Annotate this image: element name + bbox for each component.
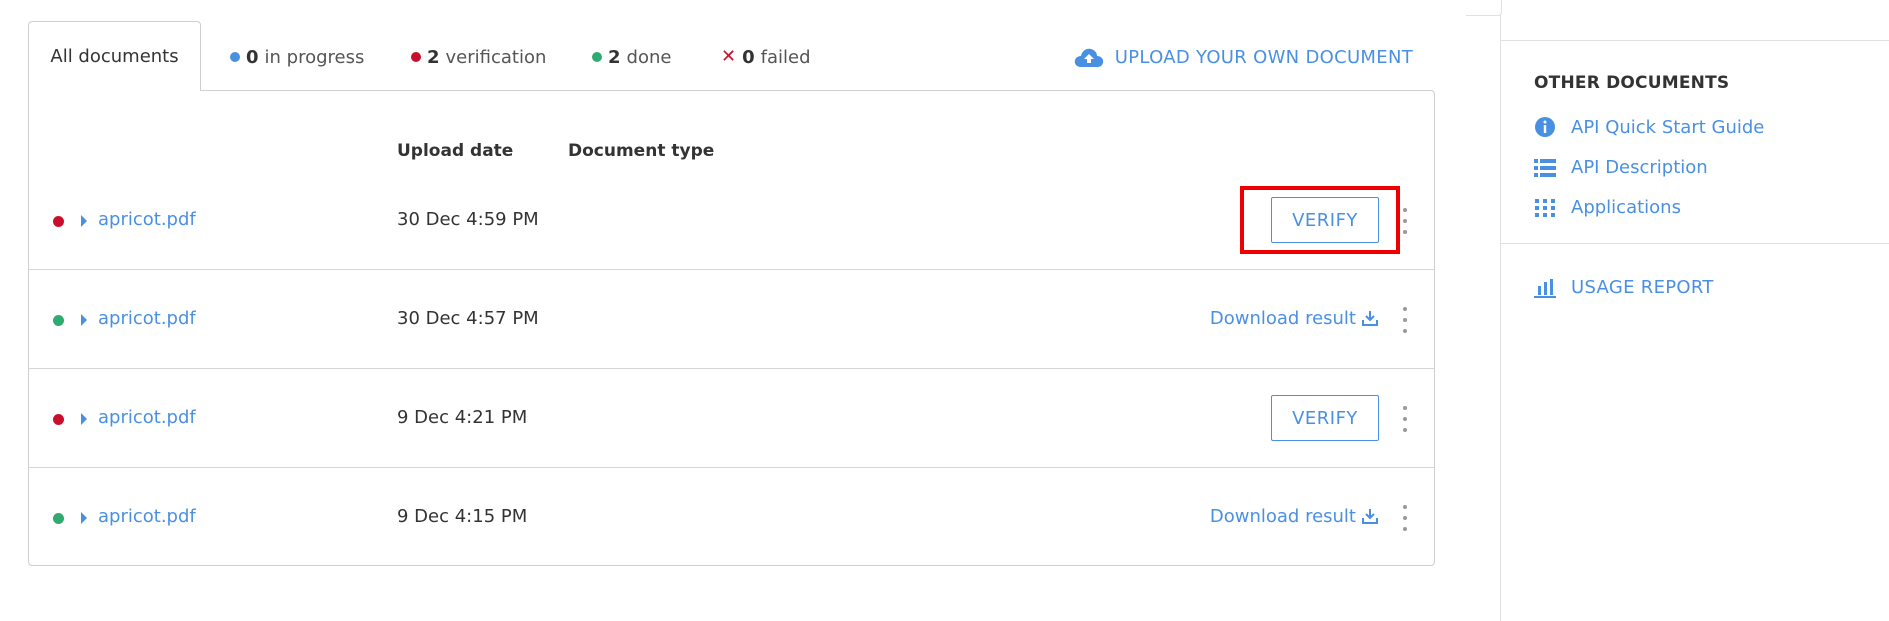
usage-report-link[interactable]: USAGE REPORT [1534, 277, 1714, 298]
upload-date-header: Upload date [397, 141, 514, 161]
done-label: done [626, 46, 672, 68]
table-row: apricot.pdf 9 Dec 4:21 PM VERIFY [29, 370, 1434, 468]
table-row: apricot.pdf 9 Dec 4:15 PM Download resul… [29, 469, 1434, 567]
documents-page: All documents 0 in progress 2 verificati… [0, 0, 1889, 621]
upload-date: 9 Dec 4:15 PM [397, 506, 528, 527]
expand-caret-icon[interactable] [81, 512, 87, 524]
sidebar-item-api-quick-start-guide[interactable]: API Quick Start Guide [1534, 116, 1764, 138]
verification-status-dot-icon [53, 216, 64, 227]
download-result-link[interactable]: Download result [1210, 506, 1378, 527]
info-icon [1534, 116, 1556, 138]
tab-done[interactable]: 2 done [592, 44, 671, 70]
sidebar: OTHER DOCUMENTS API Quick Start Guide AP… [1466, 0, 1889, 621]
tab-failed[interactable]: ✕ 0 failed [721, 44, 811, 70]
done-dot-icon [592, 52, 602, 62]
table-row: apricot.pdf 30 Dec 4:57 PM Download resu… [29, 271, 1434, 369]
document-type-header: Document type [568, 141, 715, 161]
documents-table: Upload date Document type apricot.pdf 30… [28, 90, 1435, 566]
sidebar-divider [1501, 243, 1889, 244]
verify-button[interactable]: VERIFY [1271, 395, 1379, 441]
done-status-dot-icon [53, 513, 64, 524]
sidebar-top-tab [1466, 0, 1502, 16]
list-icon [1534, 158, 1556, 178]
upload-document-link[interactable]: UPLOAD YOUR OWN DOCUMENT [1073, 44, 1413, 70]
usage-report-label: USAGE REPORT [1571, 277, 1714, 298]
document-filename-link[interactable]: apricot.pdf [98, 209, 196, 230]
download-icon [1362, 508, 1378, 525]
verification-status-dot-icon [53, 414, 64, 425]
verification-dot-icon [411, 52, 421, 62]
in-progress-label: in progress [264, 46, 365, 68]
verification-count: 2 [427, 46, 440, 68]
other-documents-heading: OTHER DOCUMENTS [1534, 73, 1730, 93]
cloud-upload-icon [1073, 46, 1105, 68]
bar-chart-icon [1534, 278, 1556, 298]
download-icon [1362, 310, 1378, 327]
tab-in-progress[interactable]: 0 in progress [230, 44, 364, 70]
failed-label: failed [760, 46, 811, 68]
upload-date: 30 Dec 4:59 PM [397, 209, 539, 230]
download-result-link[interactable]: Download result [1210, 308, 1378, 329]
done-status-dot-icon [53, 315, 64, 326]
sidebar-divider [1501, 40, 1889, 41]
upload-date: 9 Dec 4:21 PM [397, 407, 528, 428]
failed-x-icon: ✕ [721, 46, 737, 67]
document-filename-link[interactable]: apricot.pdf [98, 308, 196, 329]
more-options-icon[interactable] [1401, 208, 1409, 234]
expand-caret-icon[interactable] [81, 215, 87, 227]
document-filename-link[interactable]: apricot.pdf [98, 407, 196, 428]
document-filename-link[interactable]: apricot.pdf [98, 506, 196, 527]
sidebar-item-applications[interactable]: Applications [1534, 197, 1681, 218]
done-count: 2 [608, 46, 621, 68]
table-row: apricot.pdf 30 Dec 4:59 PM VERIFY [29, 172, 1434, 270]
sidebar-item-label: Applications [1571, 197, 1681, 218]
grid-icon [1534, 198, 1556, 218]
sidebar-item-label: API Quick Start Guide [1571, 116, 1765, 138]
download-result-label: Download result [1209, 506, 1356, 527]
tab-all-documents-label: All documents [50, 46, 179, 67]
more-options-icon[interactable] [1401, 406, 1409, 432]
upload-document-label: UPLOAD YOUR OWN DOCUMENT [1114, 46, 1413, 68]
in-progress-dot-icon [230, 52, 240, 62]
tab-verification[interactable]: 2 verification [411, 44, 546, 70]
tab-all-documents[interactable]: All documents [28, 21, 201, 91]
download-result-label: Download result [1209, 308, 1356, 329]
more-options-icon[interactable] [1401, 307, 1409, 333]
expand-caret-icon[interactable] [81, 413, 87, 425]
sidebar-item-api-description[interactable]: API Description [1534, 157, 1708, 178]
sidebar-item-label: API Description [1571, 157, 1708, 178]
verify-button[interactable]: VERIFY [1271, 197, 1379, 243]
failed-count: 0 [742, 46, 755, 68]
expand-caret-icon[interactable] [81, 314, 87, 326]
in-progress-count: 0 [246, 46, 259, 68]
verification-label: verification [445, 46, 547, 68]
upload-date: 30 Dec 4:57 PM [397, 308, 539, 329]
more-options-icon[interactable] [1401, 505, 1409, 531]
